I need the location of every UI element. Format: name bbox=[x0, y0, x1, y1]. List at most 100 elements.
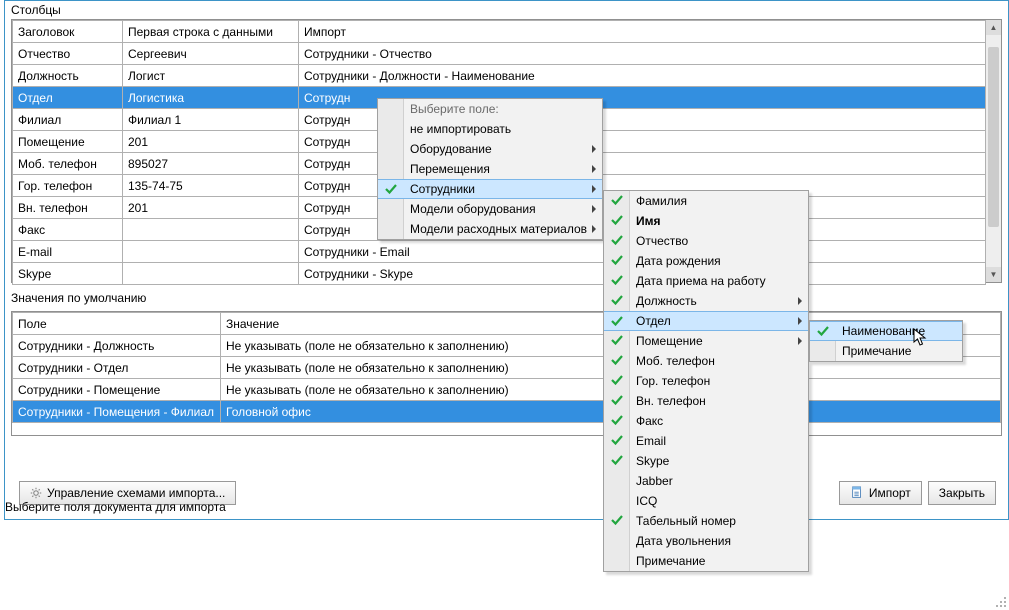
import-button[interactable]: Импорт bbox=[839, 481, 922, 505]
context-menu-employees[interactable]: Фамилия Имя Отчество Дата рожденияДата прие… bbox=[603, 190, 809, 572]
menu-item[interactable]: Сотрудники bbox=[378, 179, 602, 199]
check-icon bbox=[610, 393, 624, 407]
col-header-import[interactable]: Импорт bbox=[299, 21, 986, 43]
table-cell[interactable]: Филиал bbox=[13, 109, 123, 131]
menu-item-label: Гор. телефон bbox=[636, 374, 710, 388]
context-menu-fieldtype[interactable]: Выберите поле: не импортироватьОборудова… bbox=[377, 98, 603, 240]
table-row[interactable]: Сотрудники - ПомещениеНе указывать (поле… bbox=[13, 379, 1001, 401]
menu-item-label: Дата увольнения bbox=[636, 534, 731, 548]
table-cell[interactable]: Сотрудники - Помещения - Филиал bbox=[13, 401, 221, 423]
menu-item[interactable]: Модели оборудования bbox=[378, 199, 602, 219]
menu-item[interactable]: Модели расходных материалов bbox=[378, 219, 602, 239]
menu-item[interactable]: Jabber bbox=[604, 471, 808, 491]
table-cell[interactable]: Отдел bbox=[13, 87, 123, 109]
close-button[interactable]: Закрыть bbox=[928, 481, 996, 505]
menu-item[interactable]: Отчество bbox=[604, 231, 808, 251]
table-cell[interactable]: Сотрудники - Помещение bbox=[13, 379, 221, 401]
table-cell[interactable]: 201 bbox=[123, 197, 299, 219]
table-cell[interactable]: Отчество bbox=[13, 43, 123, 65]
menu-item[interactable]: Гор. телефон bbox=[604, 371, 808, 391]
def-header-field[interactable]: Поле bbox=[13, 313, 221, 335]
table-cell[interactable]: Помещение bbox=[13, 131, 123, 153]
table-cell[interactable]: Сотрудники - Должности - Наименование bbox=[299, 65, 986, 87]
menu-item-label: Оборудование bbox=[410, 142, 492, 156]
menu-item[interactable]: не импортировать bbox=[378, 119, 602, 139]
table-cell[interactable]: Сотрудники - Должность bbox=[13, 335, 221, 357]
menu-item-label: Модели расходных материалов bbox=[410, 222, 587, 236]
table-cell[interactable]: Skype bbox=[13, 263, 123, 285]
check-icon bbox=[610, 193, 624, 207]
submenu-arrow-icon bbox=[592, 145, 596, 153]
menu-item[interactable]: Дата приема на работу bbox=[604, 271, 808, 291]
menu-item[interactable]: Имя bbox=[604, 211, 808, 231]
menu-item[interactable]: Skype bbox=[604, 451, 808, 471]
menu-item-label: Примечание bbox=[636, 554, 705, 568]
check-icon bbox=[610, 433, 624, 447]
table-cell[interactable]: Сотрудники - Отчество bbox=[299, 43, 986, 65]
menu-item[interactable]: Вн. телефон bbox=[604, 391, 808, 411]
menu-item[interactable]: Примечание bbox=[604, 551, 808, 571]
table-cell[interactable] bbox=[123, 219, 299, 241]
menu-item[interactable]: Наименование bbox=[810, 321, 962, 341]
table-cell[interactable]: Сотрудники - Отдел bbox=[13, 357, 221, 379]
col-header-title[interactable]: Заголовок bbox=[13, 21, 123, 43]
scroll-down-icon[interactable]: ▼ bbox=[986, 267, 1001, 282]
submenu-arrow-icon bbox=[592, 225, 596, 233]
menu-item[interactable]: Табельный номер bbox=[604, 511, 808, 531]
table-row[interactable]: ДолжностьЛогистСотрудники - Должности - … bbox=[13, 65, 986, 87]
menu-item[interactable]: Перемещения bbox=[378, 159, 602, 179]
table-cell[interactable]: Вн. телефон bbox=[13, 197, 123, 219]
submenu-arrow-icon bbox=[592, 165, 596, 173]
table-row[interactable]: E-mailСотрудники - Email bbox=[13, 241, 986, 263]
menu-item[interactable]: Факс bbox=[604, 411, 808, 431]
menu-item-label: Skype bbox=[636, 454, 669, 468]
scroll-thumb[interactable] bbox=[988, 47, 999, 227]
menu-item[interactable]: Отдел bbox=[604, 311, 808, 331]
menu-item-label: Имя bbox=[636, 214, 661, 228]
table-row[interactable]: SkypeСотрудники - Skype bbox=[13, 263, 986, 285]
table-cell[interactable] bbox=[123, 263, 299, 285]
table-cell[interactable]: Должность bbox=[13, 65, 123, 87]
table-cell[interactable]: Моб. телефон bbox=[13, 153, 123, 175]
menu-item[interactable]: ICQ bbox=[604, 491, 808, 511]
menu-item[interactable]: Примечание bbox=[810, 341, 962, 361]
menu-item-label: Факс bbox=[636, 414, 663, 428]
col-header-first[interactable]: Первая строка с данными bbox=[123, 21, 299, 43]
menu-item[interactable]: Моб. телефон bbox=[604, 351, 808, 371]
table-cell[interactable]: 201 bbox=[123, 131, 299, 153]
table-cell[interactable]: Сергеевич bbox=[123, 43, 299, 65]
check-icon bbox=[610, 213, 624, 227]
menu-item-label: Отчество bbox=[636, 234, 688, 248]
scroll-up-icon[interactable]: ▲ bbox=[986, 20, 1001, 35]
menu-item[interactable]: Фамилия bbox=[604, 191, 808, 211]
resize-grip-icon[interactable] bbox=[993, 594, 1007, 608]
table-cell[interactable] bbox=[123, 241, 299, 263]
check-icon bbox=[610, 353, 624, 367]
menu-item[interactable]: Помещение bbox=[604, 331, 808, 351]
submenu-arrow-icon bbox=[592, 205, 596, 213]
check-icon bbox=[610, 413, 624, 427]
table-cell[interactable]: 895027 bbox=[123, 153, 299, 175]
table-cell[interactable]: 135-74-75 bbox=[123, 175, 299, 197]
submenu-arrow-icon bbox=[592, 185, 596, 193]
table-cell[interactable]: Факс bbox=[13, 219, 123, 241]
table-cell[interactable]: Гор. телефон bbox=[13, 175, 123, 197]
menu-item[interactable]: Оборудование bbox=[378, 139, 602, 159]
menu-item-label: не импортировать bbox=[410, 122, 511, 136]
menu-item[interactable]: Дата рождения bbox=[604, 251, 808, 271]
columns-scrollbar[interactable]: ▲ ▼ bbox=[986, 20, 1001, 282]
menu-item-label: Модели оборудования bbox=[410, 202, 536, 216]
menu-item[interactable]: Email bbox=[604, 431, 808, 451]
table-cell[interactable]: Логист bbox=[123, 65, 299, 87]
table-cell[interactable]: Логистика bbox=[123, 87, 299, 109]
context-menu-department[interactable]: НаименованиеПримечание bbox=[809, 320, 963, 362]
table-row[interactable]: ОтчествоСергеевичСотрудники - Отчество bbox=[13, 43, 986, 65]
table-cell[interactable]: E-mail bbox=[13, 241, 123, 263]
menu-item[interactable]: Должность bbox=[604, 291, 808, 311]
menu-item[interactable]: Дата увольнения bbox=[604, 531, 808, 551]
table-cell[interactable]: Филиал 1 bbox=[123, 109, 299, 131]
table-row[interactable]: Сотрудники - Помещения - ФилиалГоловной … bbox=[13, 401, 1001, 423]
submenu-arrow-icon bbox=[798, 337, 802, 345]
menu-item-label: Email bbox=[636, 434, 666, 448]
close-button-label: Закрыть bbox=[939, 486, 985, 500]
